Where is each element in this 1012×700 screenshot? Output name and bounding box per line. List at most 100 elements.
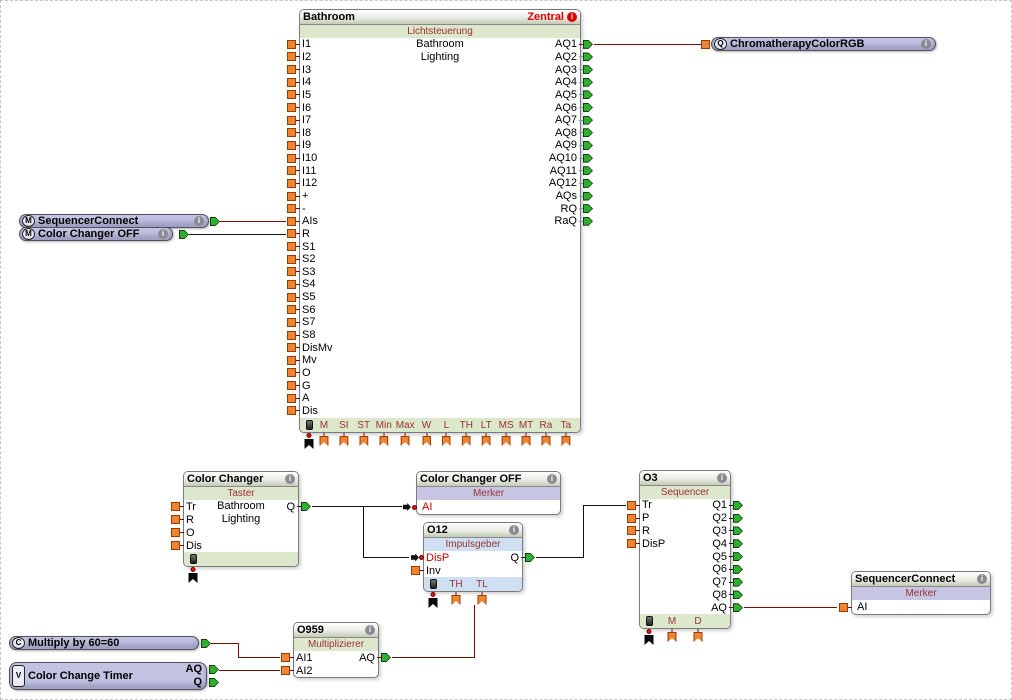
output-pin[interactable] (733, 513, 743, 523)
parameter-pin[interactable] (319, 433, 329, 446)
input-pin[interactable] (171, 502, 180, 511)
wire-sequencerconnect-ais[interactable] (220, 221, 286, 222)
output-pin[interactable] (583, 65, 593, 75)
wire-o12q-h[interactable] (536, 557, 583, 558)
wire-o959aq-tl[interactable] (474, 605, 475, 658)
block-lichtsteuerung[interactable]: Bathroom Zentral i Lichtsteuerung Bathro… (287, 9, 593, 449)
output-pin[interactable] (301, 502, 311, 511)
input-pin[interactable] (701, 40, 710, 49)
input-pin[interactable] (287, 77, 296, 87)
input-pin[interactable] (287, 317, 296, 327)
input-pin[interactable] (627, 500, 636, 510)
parameter-pin[interactable] (359, 433, 369, 446)
parameter-pin[interactable] (541, 433, 551, 446)
input-pin[interactable] (287, 140, 296, 150)
parameter-pin[interactable] (477, 592, 487, 605)
memory-flag[interactable] (644, 629, 654, 645)
wire-q-to-disp[interactable] (363, 557, 409, 558)
input-pin[interactable] (287, 90, 296, 100)
timer-icon[interactable] (429, 579, 437, 589)
info-icon[interactable]: i (717, 473, 727, 483)
memory-flag[interactable] (428, 592, 438, 608)
info-icon[interactable]: i (285, 474, 295, 484)
info-icon[interactable]: i (567, 12, 577, 22)
output-pin[interactable] (210, 217, 220, 226)
input-pin[interactable] (287, 52, 296, 62)
wire-o12q-v[interactable] (583, 505, 584, 558)
parameter-pin[interactable] (451, 592, 461, 605)
connected-input-pin[interactable] (411, 553, 419, 562)
output-pin[interactable] (733, 603, 743, 613)
output-pin[interactable] (583, 216, 593, 226)
input-pin[interactable] (287, 393, 296, 403)
info-icon[interactable]: i (547, 474, 557, 484)
pill-chromatherapy-color-rgb[interactable]: Q ChromatherapyColorRGB i (711, 37, 936, 51)
output-pin[interactable] (583, 90, 593, 100)
output-pin[interactable] (583, 103, 593, 113)
function-plan-canvas[interactable]: Bathroom Zentral i Lichtsteuerung Bathro… (0, 0, 1012, 700)
input-pin[interactable] (171, 515, 180, 524)
info-icon[interactable]: i (509, 525, 519, 535)
timer-icon[interactable] (189, 554, 197, 564)
info-icon[interactable]: i (194, 216, 204, 226)
output-pin[interactable] (733, 539, 743, 549)
pill-color-changer-off[interactable]: M Color Changer OFF i (19, 227, 173, 241)
input-pin[interactable] (287, 166, 296, 176)
input-pin[interactable] (171, 541, 180, 550)
output-pin[interactable] (733, 564, 743, 574)
output-pin[interactable] (733, 590, 743, 600)
input-pin[interactable] (287, 204, 296, 214)
block-o12-impulsgeber[interactable]: O12 i Impulsgeber DisP Inv Q TH TL (411, 522, 535, 608)
parameter-pin[interactable] (422, 433, 432, 446)
output-pin[interactable] (583, 39, 593, 49)
parameter-pin[interactable] (461, 433, 471, 446)
wire-aq1-chromatherapy[interactable] (594, 44, 701, 45)
input-pin[interactable] (287, 103, 296, 113)
output-pin[interactable] (733, 500, 743, 510)
wire-timer-ai2[interactable] (219, 670, 280, 671)
input-pin[interactable] (287, 229, 296, 239)
wire-multiply-v[interactable] (238, 643, 239, 657)
parameter-pin[interactable] (521, 433, 531, 446)
input-pin[interactable] (287, 381, 296, 391)
input-pin[interactable] (287, 178, 296, 188)
output-pin[interactable] (525, 553, 535, 562)
input-pin[interactable] (287, 153, 296, 163)
input-pin[interactable] (839, 602, 848, 612)
parameter-pin[interactable] (339, 433, 349, 446)
block-color-changer-off-merker[interactable]: Color Changer OFF i Merker AI (403, 471, 561, 515)
output-pin[interactable] (733, 526, 743, 536)
output-pin[interactable] (381, 653, 391, 662)
input-pin[interactable] (627, 526, 636, 536)
input-pin[interactable] (287, 115, 296, 125)
pill-sequencer-connect[interactable]: M SequencerConnect i (19, 214, 209, 228)
input-pin[interactable] (411, 566, 420, 575)
timer-icon[interactable] (645, 616, 653, 626)
input-pin[interactable] (287, 216, 296, 226)
parameter-pin[interactable] (481, 433, 491, 446)
input-pin[interactable] (287, 406, 296, 416)
block-o959-multiplizierer[interactable]: O959 i Multiplizierer AI1 AI2 AQ (281, 622, 391, 678)
input-pin[interactable] (287, 254, 296, 264)
output-pin[interactable] (583, 191, 593, 201)
output-pin[interactable] (583, 153, 593, 163)
memory-flag[interactable] (304, 433, 314, 449)
pill-multiply-constant[interactable]: C Multiply by 60=60 (9, 636, 199, 650)
output-pin[interactable] (209, 678, 219, 687)
input-pin[interactable] (287, 355, 296, 365)
info-icon[interactable]: i (921, 39, 931, 49)
info-icon[interactable]: i (365, 625, 375, 635)
input-pin[interactable] (287, 128, 296, 138)
wire-colorchangeroff-r[interactable] (189, 234, 286, 235)
block-color-changer[interactable]: Color Changer i Taster Bathroom Lighting… (171, 471, 311, 583)
input-pin[interactable] (287, 65, 296, 75)
input-pin[interactable] (287, 242, 296, 252)
parameter-pin[interactable] (667, 629, 677, 642)
output-pin[interactable] (209, 665, 219, 674)
wire-o959aq-h[interactable] (392, 657, 474, 658)
input-pin[interactable] (287, 343, 296, 353)
input-pin[interactable] (627, 539, 636, 549)
output-pin[interactable] (583, 166, 593, 176)
parameter-pin[interactable] (693, 629, 703, 642)
input-pin[interactable] (287, 267, 296, 277)
